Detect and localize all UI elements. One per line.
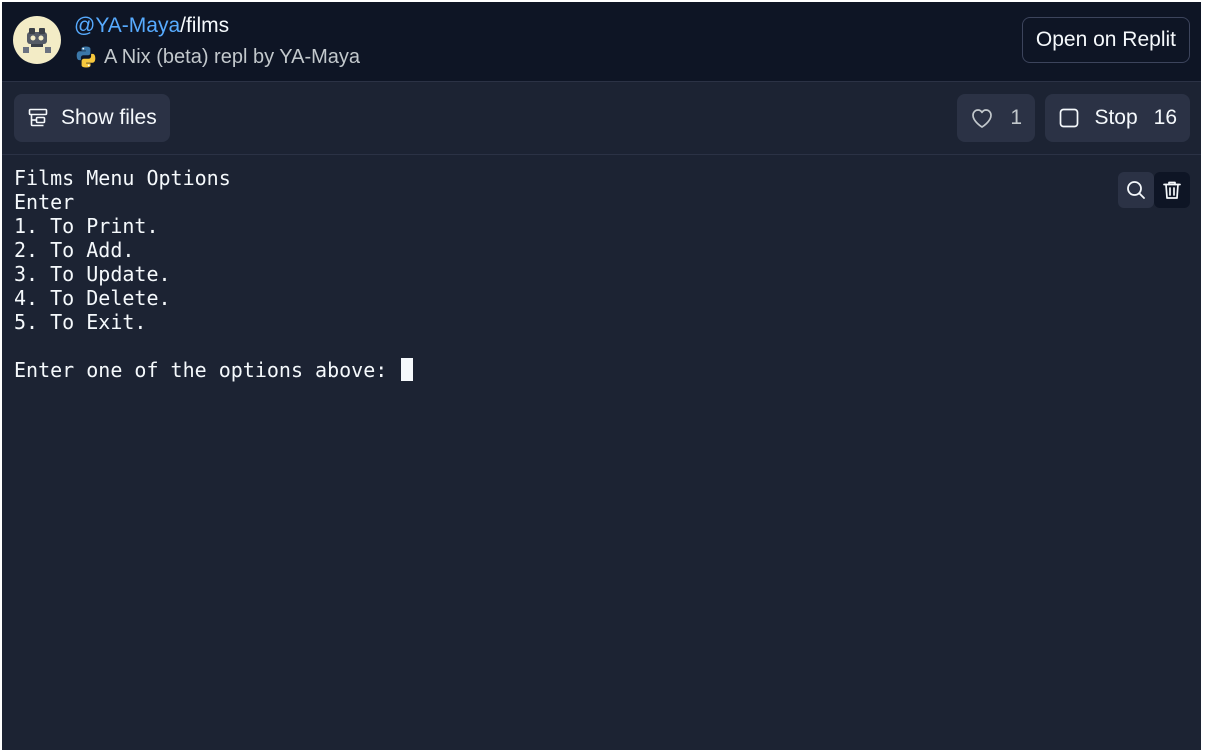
heart-icon xyxy=(970,107,994,129)
like-count: 1 xyxy=(1010,106,1022,129)
terminal-cursor[interactable] xyxy=(401,358,414,381)
console-search-button[interactable] xyxy=(1118,172,1154,208)
console-prompt: Enter one of the options above: xyxy=(14,358,400,382)
console-line: Films Menu Options xyxy=(14,166,231,190)
subtitle-text: A Nix (beta) repl by YA-Maya xyxy=(104,46,361,68)
show-files-button[interactable]: Show files xyxy=(14,94,170,142)
show-files-label: Show files xyxy=(61,106,157,129)
console-clear-button[interactable] xyxy=(1154,172,1190,208)
repl-embed: @YA-Maya/films A Nix (beta) repl by YA-M… xyxy=(2,2,1201,750)
search-icon xyxy=(1127,181,1145,199)
repl-header: @YA-Maya/films A Nix (beta) repl by YA-M… xyxy=(2,2,1201,82)
console-line: 3. To Update. xyxy=(14,262,171,286)
repl-name[interactable]: films xyxy=(186,14,229,37)
trash-icon xyxy=(1163,181,1181,199)
open-on-replit-button[interactable]: Open on Replit xyxy=(1021,17,1190,63)
console-line: 5. To Exit. xyxy=(14,310,147,334)
avatar-icon xyxy=(13,16,61,64)
stop-square-icon xyxy=(1058,107,1080,129)
stop-button[interactable]: Stop 16 xyxy=(1045,94,1190,142)
console-panel[interactable]: Films Menu Options Enter 1. To Print. 2.… xyxy=(2,155,1201,750)
console-output: Films Menu Options Enter 1. To Print. 2.… xyxy=(14,166,414,382)
console-line: 2. To Add. xyxy=(14,238,135,262)
console-line: 4. To Delete. xyxy=(14,286,171,310)
console-tools xyxy=(1118,172,1190,208)
python-icon xyxy=(76,46,96,68)
avatar[interactable] xyxy=(13,16,61,64)
repl-subtitle: A Nix (beta) repl by YA-Maya xyxy=(74,43,360,71)
console-line: 1. To Print. xyxy=(14,214,159,238)
repl-title: @YA-Maya/films xyxy=(74,12,229,40)
files-icon xyxy=(27,107,49,129)
like-button[interactable]: 1 xyxy=(957,94,1035,142)
stop-label: Stop xyxy=(1094,106,1138,129)
stop-count: 16 xyxy=(1153,106,1177,129)
console-line: Enter xyxy=(14,190,75,214)
repl-toolbar: Show files 1 Stop 16 xyxy=(2,82,1201,155)
owner-link[interactable]: @YA-Maya xyxy=(74,14,180,37)
